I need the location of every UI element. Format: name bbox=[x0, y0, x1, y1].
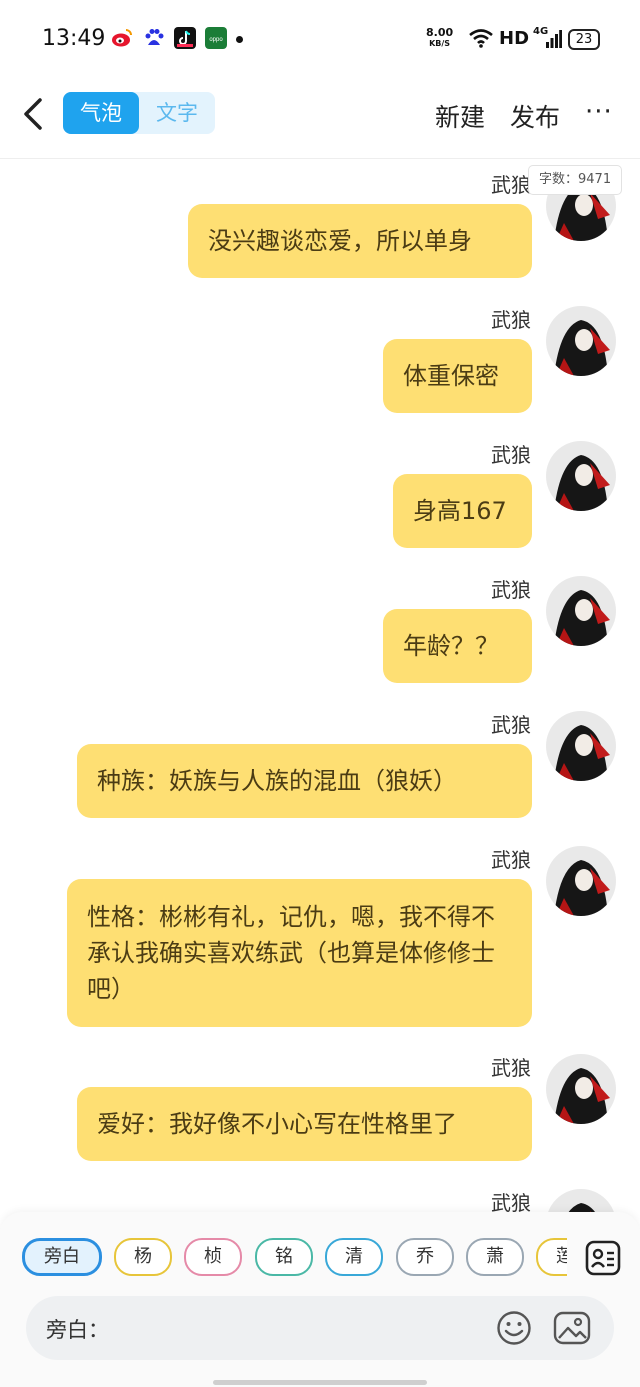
message-bubble[interactable]: 身高167 bbox=[393, 474, 532, 548]
character-chip[interactable]: 乔 bbox=[396, 1238, 454, 1276]
tab-text[interactable]: 文字 bbox=[139, 92, 215, 134]
word-count-badge: 字数：9471 bbox=[528, 165, 623, 195]
sender-name: 武狼 bbox=[491, 308, 531, 332]
character-chip[interactable]: 桢 bbox=[184, 1238, 242, 1276]
message-bubble[interactable]: 体重保密 bbox=[383, 339, 532, 413]
more-icon[interactable]: ··· bbox=[585, 99, 613, 125]
character-chip-narrator[interactable]: 旁白 bbox=[22, 1238, 102, 1276]
sender-name: 武狼 bbox=[491, 1191, 531, 1214]
message-bubble[interactable]: 爱好：我好像不小心写在性格里了 bbox=[77, 1087, 532, 1161]
sender-name: 武狼 bbox=[491, 443, 531, 467]
publish-button[interactable]: 发布 bbox=[510, 98, 560, 134]
net-speed-unit: KB/S bbox=[429, 39, 451, 48]
sender-name: 武狼 bbox=[491, 173, 531, 197]
hd-indicator: HD bbox=[499, 28, 530, 49]
oppo-icon: oppo bbox=[205, 27, 227, 49]
tab-bubble[interactable]: 气泡 bbox=[63, 92, 139, 134]
back-icon[interactable] bbox=[18, 94, 52, 134]
message-bubble[interactable]: 种族：妖族与人族的混血（狼妖） bbox=[77, 744, 532, 818]
character-selector[interactable]: 旁白 杨 桢 铭 清 乔 萧 莲 bbox=[22, 1238, 567, 1278]
net-speed: 8.00 KB/S bbox=[426, 27, 453, 49]
sender-name: 武狼 bbox=[491, 1056, 531, 1080]
avatar[interactable] bbox=[546, 846, 616, 916]
message-bubble[interactable]: 性格：彬彬有礼，记仇，嗯，我不得不承认我确实喜欢练武（也算是体修修士吧） bbox=[67, 879, 532, 1027]
status-bar: 13:49 oppo 8.00 KB/S HD 4G 23 bbox=[0, 0, 640, 78]
home-indicator[interactable] bbox=[213, 1380, 427, 1385]
avatar[interactable] bbox=[546, 1054, 616, 1124]
character-chip[interactable]: 杨 bbox=[114, 1238, 172, 1276]
signal-icon bbox=[546, 30, 562, 52]
notification-dot bbox=[236, 36, 243, 43]
compose-panel: 旁白 杨 桢 铭 清 乔 萧 莲 旁白： bbox=[0, 1212, 640, 1387]
character-chip[interactable]: 清 bbox=[325, 1238, 383, 1276]
character-manage-icon[interactable] bbox=[585, 1240, 621, 1276]
character-chip[interactable]: 萧 bbox=[466, 1238, 524, 1276]
emoji-icon[interactable] bbox=[496, 1310, 532, 1350]
message-bubble[interactable]: 没兴趣谈恋爱，所以单身 bbox=[188, 204, 532, 278]
new-button[interactable]: 新建 bbox=[435, 98, 485, 134]
avatar[interactable] bbox=[546, 1189, 616, 1214]
avatar[interactable] bbox=[546, 306, 616, 376]
baidu-icon bbox=[143, 27, 165, 49]
battery-icon: 23 bbox=[568, 29, 600, 50]
douyin-icon bbox=[174, 27, 196, 49]
status-time: 13:49 bbox=[42, 26, 106, 51]
sender-name: 武狼 bbox=[491, 713, 531, 737]
image-icon[interactable] bbox=[553, 1310, 591, 1350]
avatar[interactable] bbox=[546, 576, 616, 646]
message-input[interactable]: 旁白： bbox=[26, 1296, 614, 1360]
character-chip[interactable]: 铭 bbox=[255, 1238, 313, 1276]
input-speaker-label: 旁白： bbox=[46, 1318, 109, 1342]
chat-list[interactable]: 武狼 没兴趣谈恋爱，所以单身 字数：9471 武狼 体重保密 武狼 身高167 … bbox=[0, 159, 640, 1214]
sender-name: 武狼 bbox=[491, 578, 531, 602]
character-chip[interactable]: 莲 bbox=[536, 1238, 567, 1276]
sender-name: 武狼 bbox=[491, 848, 531, 872]
wifi-icon bbox=[468, 28, 494, 52]
mode-switch: 气泡 文字 bbox=[63, 92, 215, 134]
avatar[interactable] bbox=[546, 711, 616, 781]
weibo-icon bbox=[111, 27, 133, 49]
svg-text:oppo: oppo bbox=[209, 37, 223, 43]
avatar[interactable] bbox=[546, 441, 616, 511]
message-bubble[interactable]: 年龄？？ bbox=[383, 609, 532, 683]
top-toolbar: 气泡 文字 新建 发布 ··· bbox=[0, 78, 640, 159]
